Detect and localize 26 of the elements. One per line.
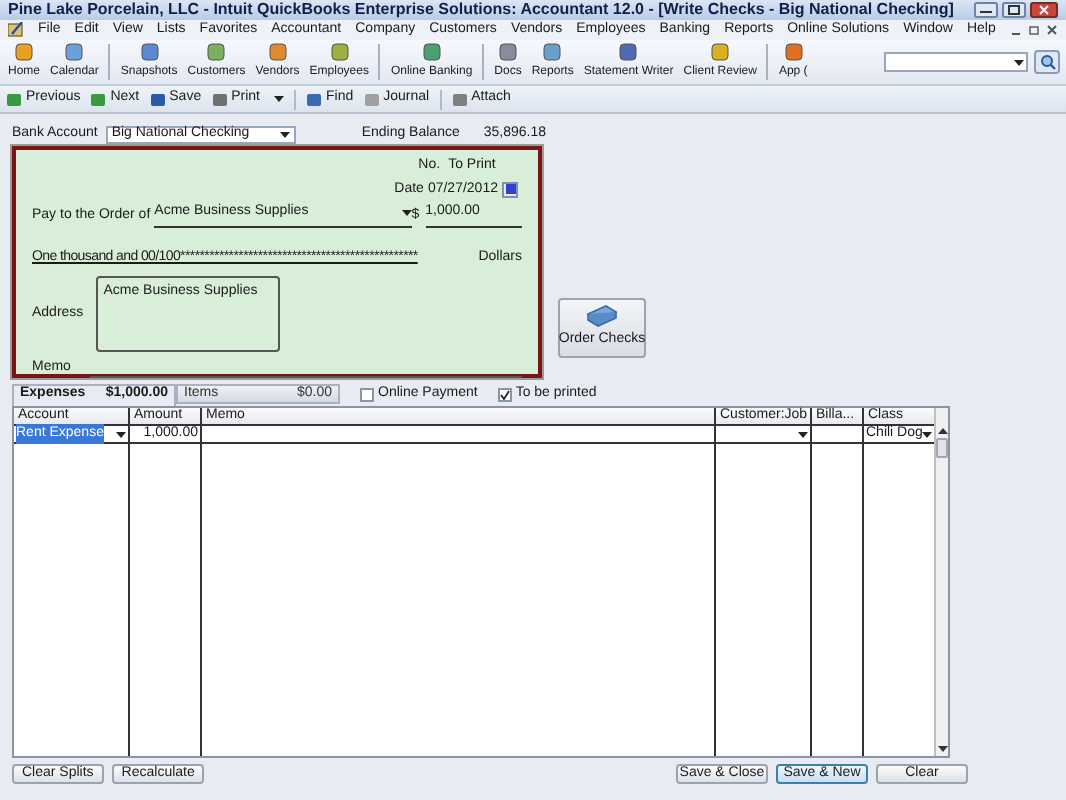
checkbox[interactable]	[360, 387, 374, 401]
caret-icon	[279, 131, 290, 137]
scroll-up-icon	[937, 428, 947, 434]
scrollbar-thumb[interactable]	[936, 438, 948, 458]
search-icon	[1039, 54, 1055, 70]
caret-icon	[401, 209, 412, 216]
close-icon	[1046, 24, 1058, 36]
caret-icon	[1014, 59, 1024, 65]
checkmark-icon	[499, 389, 510, 399]
table-cell[interactable]	[716, 426, 810, 444]
close-icon	[1030, 2, 1058, 18]
restore-icon	[1028, 24, 1040, 36]
checkbook-icon	[586, 304, 618, 329]
app-icon	[8, 22, 24, 38]
minimize-icon	[974, 2, 998, 18]
search-button[interactable]	[1034, 50, 1060, 74]
maximize-icon	[1002, 2, 1026, 18]
window-title: Pine Lake Porcelain, LLC - Intuit QuickBooks Enterprise Solutions: Accountant 12.0 - [Write Checks - Big National Checking]	[8, 0, 954, 21]
dropdown-caret-icon	[116, 431, 126, 437]
calendar-button[interactable]	[502, 181, 518, 198]
dropdown-caret-icon	[798, 431, 808, 437]
scroll-down-icon	[937, 746, 947, 752]
dropdown-caret-icon	[922, 431, 933, 437]
scrollbar[interactable]	[934, 408, 948, 756]
checkbox[interactable]	[497, 387, 512, 401]
search-field[interactable]	[884, 52, 1028, 72]
